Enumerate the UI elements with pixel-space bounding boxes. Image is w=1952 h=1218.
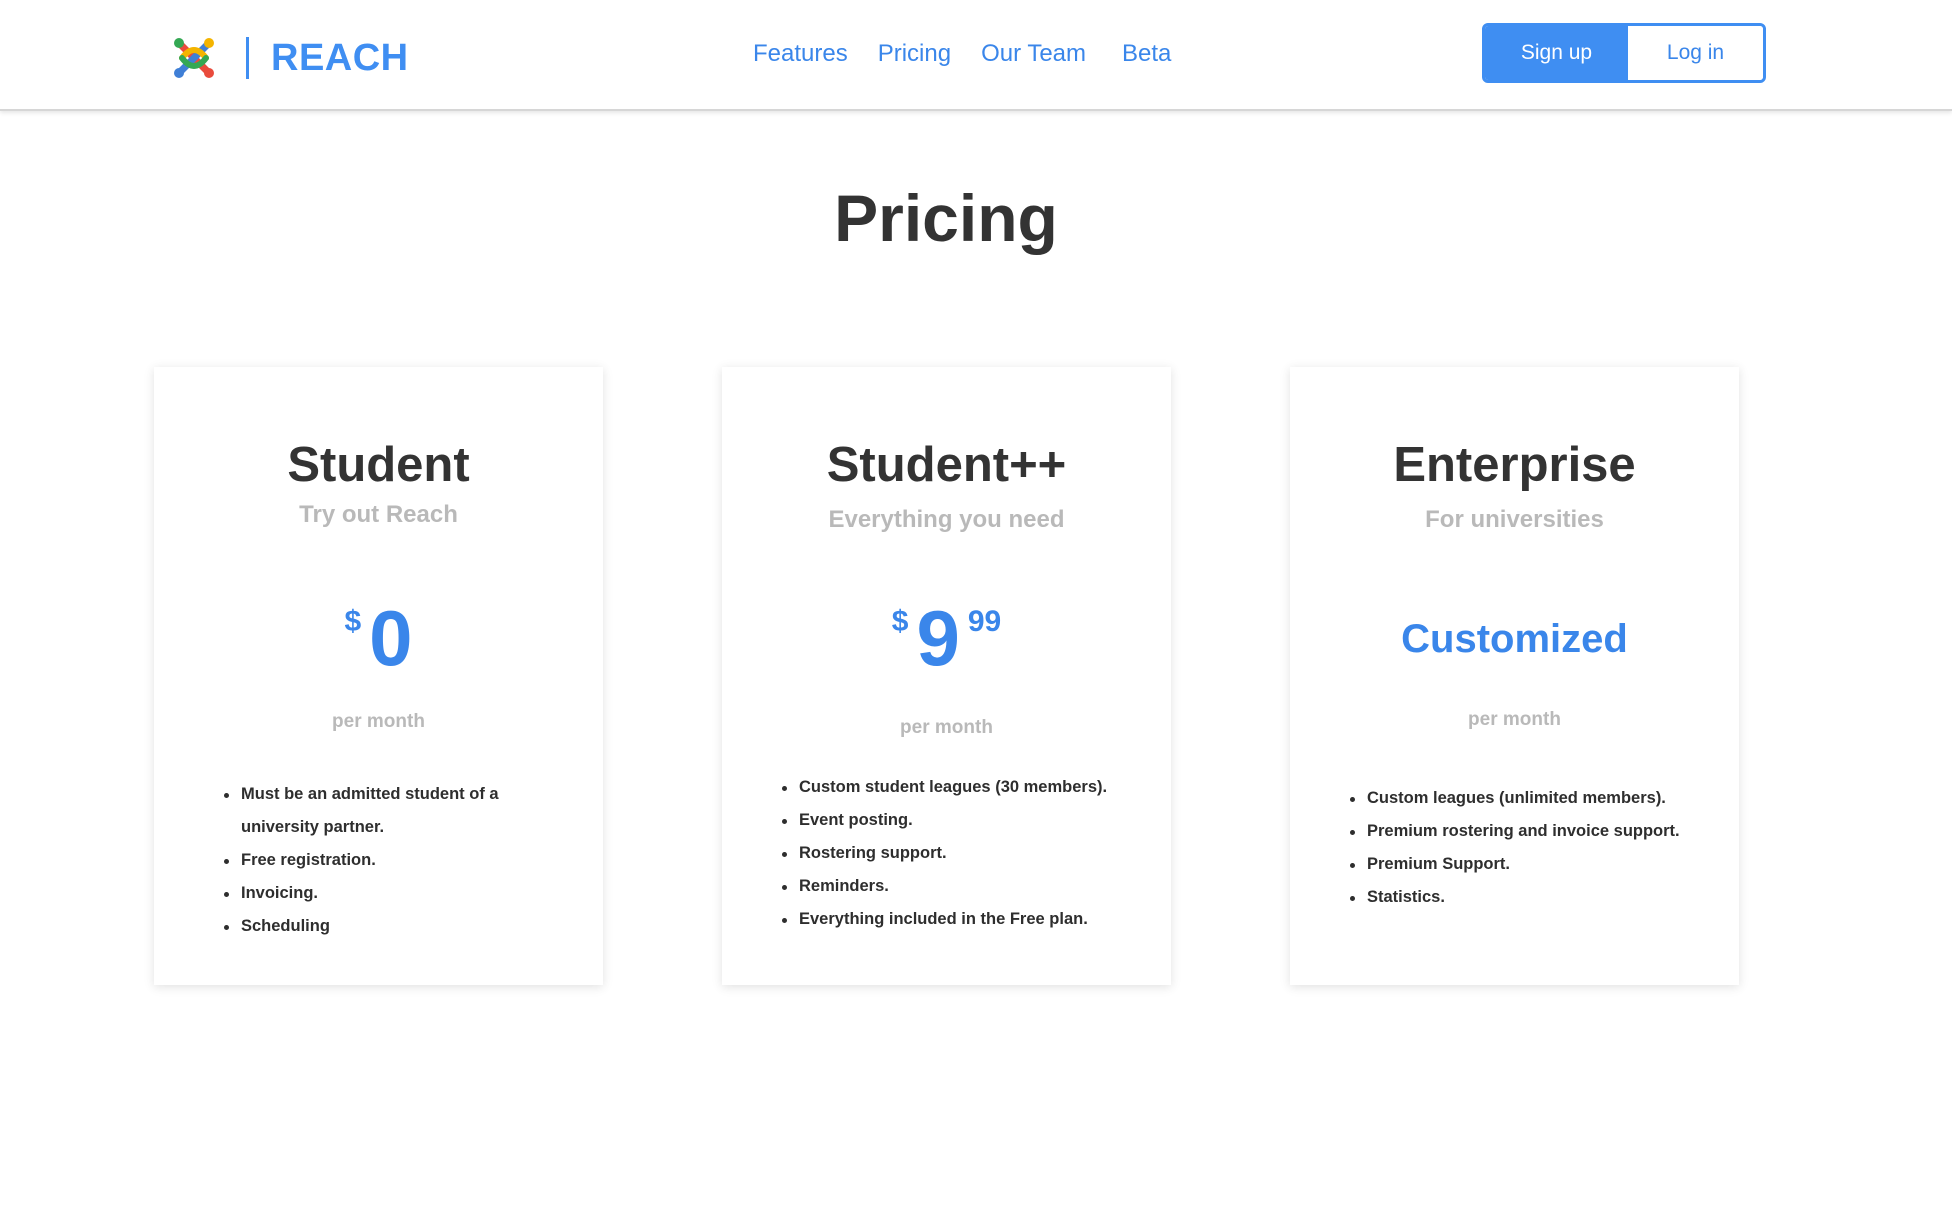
- auth-buttons: Sign up Log in: [1482, 23, 1766, 83]
- price-cents: 99: [967, 605, 1002, 638]
- feature-item: Must be an admitted student of a univers…: [224, 778, 544, 844]
- feature-item: Everything included in the Free plan.: [782, 903, 1152, 936]
- plan-subtitle: For universities: [1425, 506, 1604, 533]
- plan-price-custom: Customized: [1401, 617, 1628, 661]
- brand-wordmark: REACH: [271, 36, 409, 79]
- top-navbar: REACH Features Pricing Our Team Beta Sig…: [0, 0, 1952, 111]
- feature-item: Statistics.: [1350, 881, 1730, 914]
- price-period: per month: [900, 717, 993, 738]
- nav-link-our-team[interactable]: Our Team: [981, 40, 1086, 68]
- reach-logo-icon: [174, 38, 214, 78]
- price-currency: $: [344, 605, 362, 638]
- feature-item: Premium rostering and invoice support.: [1350, 815, 1730, 848]
- feature-list: Custom leagues (unlimited members). Prem…: [1350, 782, 1730, 914]
- feature-list: Custom student leagues (30 members). Eve…: [782, 771, 1152, 936]
- plan-card-student: Student Try out Reach $ 0 per month Must…: [154, 367, 603, 985]
- price-period: per month: [1468, 709, 1561, 730]
- price-period: per month: [332, 711, 425, 732]
- feature-item: Reminders.: [782, 870, 1152, 903]
- nav-link-pricing[interactable]: Pricing: [878, 40, 951, 68]
- nav-link-features[interactable]: Features: [753, 40, 848, 68]
- feature-list: Must be an admitted student of a univers…: [224, 778, 544, 943]
- plan-card-student-plus: Student++ Everything you need $ 9 99 per…: [722, 367, 1171, 985]
- plan-subtitle: Try out Reach: [299, 501, 458, 528]
- feature-item: Free registration.: [224, 844, 544, 877]
- feature-item: Rostering support.: [782, 837, 1152, 870]
- plan-price: $ 9 99: [722, 599, 1171, 677]
- plan-name: Enterprise: [1393, 438, 1636, 492]
- price-amount: 9: [916, 594, 960, 682]
- feature-item: Invoicing.: [224, 877, 544, 910]
- feature-item: Premium Support.: [1350, 848, 1730, 881]
- feature-item: Scheduling: [224, 910, 544, 943]
- feature-item: Event posting.: [782, 804, 1152, 837]
- brand[interactable]: REACH: [172, 36, 409, 80]
- feature-item: Custom student leagues (30 members).: [782, 771, 1152, 804]
- plan-name: Student++: [826, 438, 1067, 492]
- page-title: Pricing: [834, 181, 1058, 255]
- nav-link-beta[interactable]: Beta: [1122, 40, 1171, 68]
- main-nav: Features Pricing Our Team Beta: [753, 40, 1171, 68]
- brand-divider: [246, 37, 249, 79]
- plan-price: $ 0: [154, 599, 603, 677]
- price-amount: 0: [369, 594, 413, 682]
- login-button[interactable]: Log in: [1628, 26, 1763, 80]
- plan-subtitle: Everything you need: [828, 506, 1065, 533]
- price-currency: $: [891, 605, 909, 638]
- signup-button[interactable]: Sign up: [1485, 26, 1628, 80]
- plan-card-enterprise: Enterprise For universities Customized p…: [1290, 367, 1739, 985]
- feature-item: Custom leagues (unlimited members).: [1350, 782, 1730, 815]
- plan-name: Student: [287, 438, 470, 492]
